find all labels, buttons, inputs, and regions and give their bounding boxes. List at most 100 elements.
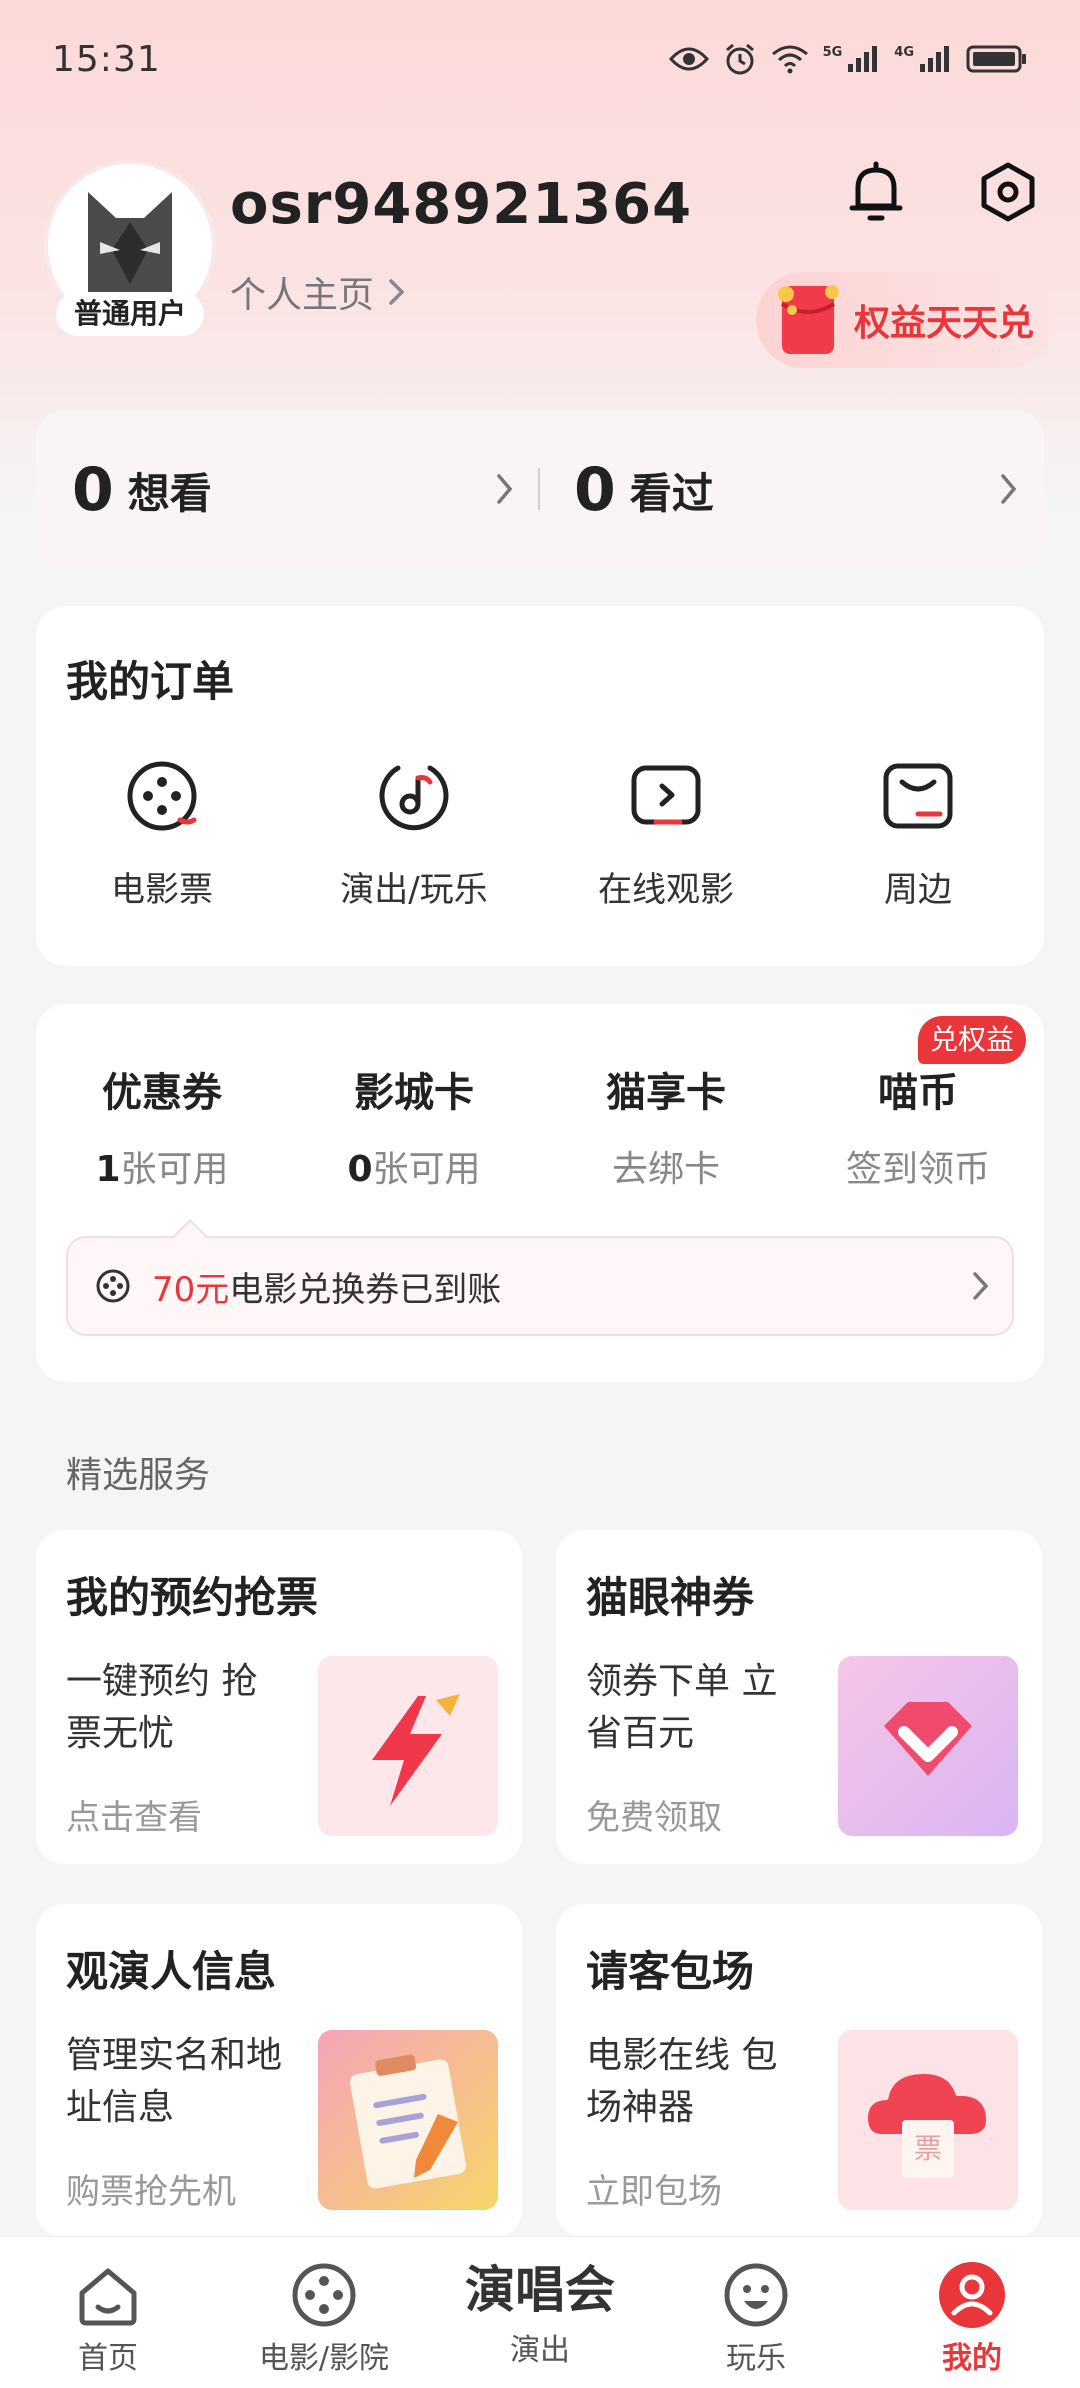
red-envelope-icon xyxy=(778,285,839,354)
eye-icon xyxy=(668,47,709,71)
tab-shows[interactable]: 演唱会 演出 xyxy=(432,2237,648,2388)
cloud-ticket-icon: 票 xyxy=(838,2030,1018,2210)
redeem-perks-badge[interactable]: 兑权益 xyxy=(918,1016,1027,1064)
clipboard-pencil-icon xyxy=(318,2030,498,2210)
watch-stats-card: 0 想看 0 看过 xyxy=(36,410,1044,570)
order-merchandise[interactable]: 周边 xyxy=(792,756,1044,911)
shopping-bag-icon xyxy=(883,763,953,829)
tab-movies-cinemas[interactable]: 电影/影院 xyxy=(216,2237,432,2388)
service-link: 点击查看 xyxy=(66,1798,202,1838)
services-heading: 精选服务 xyxy=(66,1455,211,1496)
order-online-viewing[interactable]: 在线观影 xyxy=(540,756,792,911)
voucher-arrived-banner[interactable]: 70元电影兑换券已到账 xyxy=(66,1236,1014,1336)
chevron-right-icon xyxy=(1001,474,1017,504)
alarm-icon xyxy=(725,43,754,75)
checkin-coins-link: 签到领币 xyxy=(845,1149,990,1190)
service-card-private-screening[interactable]: 请客包场 电影在线 包场神器 立即包场 票 xyxy=(556,1904,1042,2238)
cinema-card-title: 影城卡 xyxy=(354,1070,474,1116)
cinema-card-count: 0 xyxy=(347,1149,373,1190)
cinema-card-suffix: 张可用 xyxy=(372,1149,481,1190)
network-4g-label: 4G xyxy=(894,44,914,60)
status-bar: 15:31 5G 4G xyxy=(0,0,1080,118)
service-title: 我的预约抢票 xyxy=(66,1573,319,1622)
service-title: 观演人信息 xyxy=(66,1947,277,1996)
signal-icon xyxy=(920,46,949,72)
voucher-banner-text: 70元电影兑换券已到账 xyxy=(152,1262,501,1311)
service-card-attendee-info[interactable]: 观演人信息 管理实名和地址信息 购票抢先机 xyxy=(36,1904,522,2238)
service-desc: 电影在线 包场神器 xyxy=(586,2035,778,2128)
cinema-card-entry[interactable]: 影城卡 0张可用 xyxy=(288,1060,540,1192)
tab-label: 我的 xyxy=(942,2341,1002,2376)
bell-icon[interactable] xyxy=(846,160,906,226)
perk-exchange-button[interactable]: 权益天天兑 xyxy=(756,272,1056,368)
want-count: 0 xyxy=(72,455,114,525)
film-reel-icon xyxy=(96,1269,130,1303)
maobi-title: 喵币 xyxy=(878,1070,958,1116)
bind-card-link: 去绑卡 xyxy=(611,1149,720,1190)
service-desc: 领券下单 立省百元 xyxy=(586,1661,778,1754)
order-label: 演出/玩乐 xyxy=(340,870,488,910)
user-icon xyxy=(939,2262,1005,2328)
tab-label: 电影/影院 xyxy=(258,2341,390,2376)
homepage-link-label: 个人主页 xyxy=(230,275,375,316)
diamond-icon xyxy=(838,1656,1018,1836)
wifi-icon xyxy=(771,45,808,74)
lightning-icon xyxy=(318,1656,498,1836)
want-to-watch-entry[interactable]: 0 想看 xyxy=(72,410,212,570)
coupons-available: 1张可用 xyxy=(36,1140,288,1192)
film-reel-icon xyxy=(292,2263,356,2327)
voucher-message: 电影兑换券已到账 xyxy=(229,1269,502,1310)
status-time: 15:31 xyxy=(52,38,161,80)
want-label: 想看 xyxy=(127,468,212,518)
tab-me[interactable]: 我的 xyxy=(864,2237,1080,2388)
music-note-icon xyxy=(379,765,449,831)
coupons-entry[interactable]: 优惠券 1张可用 xyxy=(36,1060,288,1192)
my-orders-card: 我的订单 电影票 演出/玩乐 在线观影 周边 xyxy=(36,606,1044,966)
bottom-tab-bar: 首页 电影/影院 演唱会 演出 玩乐 我的 xyxy=(0,2236,1080,2388)
watched-count: 0 xyxy=(574,455,616,525)
tab-fun[interactable]: 玩乐 xyxy=(648,2237,864,2388)
watched-entry[interactable]: 0 看过 xyxy=(574,410,714,570)
order-label: 电影票 xyxy=(111,870,213,910)
service-link: 免费领取 xyxy=(586,1798,722,1838)
concert-tab-title: 演唱会 xyxy=(465,2261,615,2319)
chevron-right-icon xyxy=(389,279,405,305)
orders-title: 我的订单 xyxy=(66,657,235,706)
homepage-link[interactable]: 个人主页 xyxy=(230,266,406,318)
tab-label: 演出 xyxy=(510,2333,570,2368)
status-icons: 5G 4G xyxy=(668,42,1028,76)
maobi-entry[interactable]: 喵币 签到领币 xyxy=(792,1060,1044,1192)
masked-cat-icon xyxy=(88,192,172,300)
service-card-vouchers[interactable]: 猫眼神券 领券下单 立省百元 免费领取 xyxy=(556,1530,1042,1864)
ticket-char: 票 xyxy=(914,2132,942,2165)
service-title: 请客包场 xyxy=(586,1947,755,1996)
order-movie-tickets[interactable]: 电影票 xyxy=(36,756,288,911)
order-shows-fun[interactable]: 演出/玩乐 xyxy=(288,756,540,911)
cinema-card-available: 0张可用 xyxy=(288,1140,540,1192)
coupon-count: 1 xyxy=(95,1149,121,1190)
service-desc: 管理实名和地址信息 xyxy=(66,2035,283,2128)
voucher-amount: 70元 xyxy=(152,1269,230,1310)
service-link: 立即包场 xyxy=(586,2172,722,2212)
order-label: 周边 xyxy=(884,870,952,910)
service-title: 猫眼神券 xyxy=(586,1573,755,1622)
chevron-right-icon xyxy=(973,1272,989,1300)
service-link: 购票抢先机 xyxy=(66,2172,236,2212)
tab-home[interactable]: 首页 xyxy=(0,2237,216,2388)
username: osr948921364 xyxy=(230,172,693,237)
settings-icon[interactable] xyxy=(978,162,1038,222)
chevron-right-icon xyxy=(497,474,513,504)
service-desc: 一键预约 抢票无忧 xyxy=(66,1661,258,1754)
network-5g-label: 5G xyxy=(822,44,843,60)
smiley-icon xyxy=(724,2263,788,2327)
battery-icon xyxy=(966,45,1026,73)
home-icon xyxy=(79,2268,137,2326)
service-card-reservation[interactable]: 我的预约抢票 一键预约 抢票无忧 点击查看 xyxy=(36,1530,522,1864)
coupons-title: 优惠券 xyxy=(102,1070,222,1116)
user-level-badge: 普通用户 xyxy=(56,292,204,336)
benefits-card: 优惠券 1张可用 影城卡 0张可用 猫享卡 去绑卡 喵币 签到领币 兑权益 70… xyxy=(36,1004,1044,1382)
avatar[interactable]: 普通用户 xyxy=(44,160,216,336)
maoxiang-card-entry[interactable]: 猫享卡 去绑卡 xyxy=(540,1060,792,1192)
coupon-count-suffix: 张可用 xyxy=(120,1149,229,1190)
play-screen-icon xyxy=(631,765,701,825)
